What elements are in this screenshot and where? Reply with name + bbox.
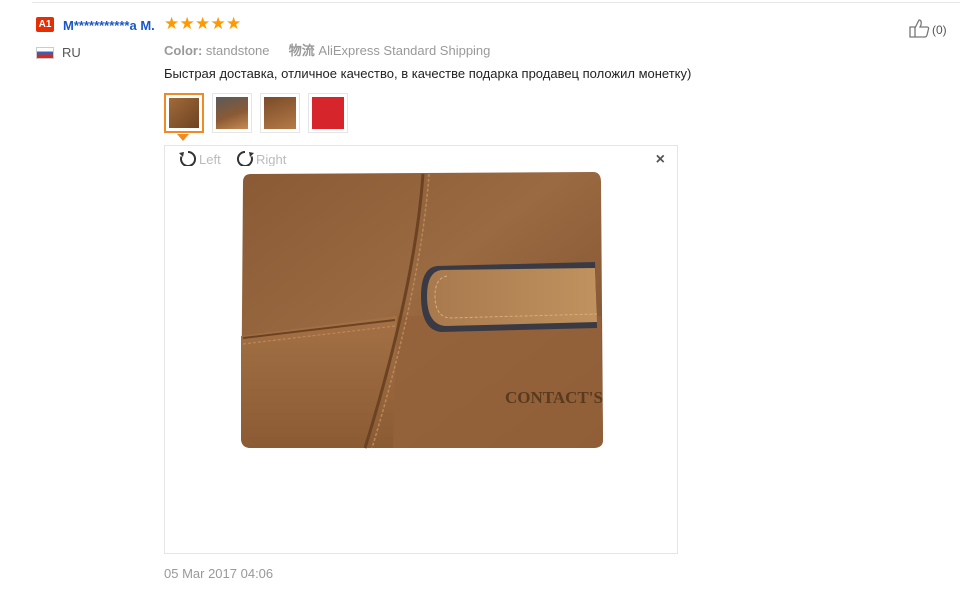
review-thumbnail[interactable]	[260, 93, 300, 133]
review-photo: CONTACT'S	[165, 166, 677, 456]
shipping-value: AliExpress Standard Shipping	[318, 43, 491, 58]
shipping-label: 物流	[288, 43, 315, 58]
review-thumbnail[interactable]	[164, 93, 204, 133]
color-label: Color:	[164, 43, 203, 58]
thumbs-up-icon	[908, 18, 932, 41]
wallet-brand-text: CONTACT'S	[505, 388, 603, 407]
review-thumbnails	[164, 93, 356, 133]
star-rating: ★ ★ ★ ★ ★	[164, 14, 242, 33]
review-thumbnail[interactable]	[212, 93, 252, 133]
buyer-row: A1 M***********a M.	[36, 16, 160, 35]
review-thumbnail[interactable]	[308, 93, 348, 133]
buyer-country: RU	[36, 45, 160, 60]
helpful-count: (0)	[932, 22, 947, 37]
helpful-button[interactable]: (0)	[908, 18, 947, 41]
review-text: Быстрая доставка, отличное качество, в к…	[164, 66, 692, 81]
star-icon: ★	[195, 14, 211, 33]
review-date: 05 Mar 2017 04:06	[164, 566, 274, 581]
star-icon: ★	[210, 14, 226, 33]
image-viewer: Left Right × CONTACT'S	[164, 145, 678, 554]
star-icon: ★	[164, 14, 180, 33]
country-code: RU	[62, 45, 81, 60]
rotate-left-label: Left	[199, 152, 221, 167]
flag-icon	[36, 46, 54, 59]
rotate-right-label: Right	[256, 152, 287, 167]
buyer-info: A1 M***********a M. RU	[36, 16, 160, 60]
star-icon: ★	[226, 14, 242, 33]
star-icon: ★	[179, 14, 195, 33]
color-value: standstone	[205, 43, 270, 58]
top-divider	[32, 2, 960, 3]
active-thumb-caret	[177, 134, 189, 141]
buyer-name[interactable]: M***********a M.	[63, 16, 158, 35]
order-attributes: Color: standstone 物流 AliExpress Standard…	[164, 40, 490, 59]
buyer-level-badge: A1	[36, 17, 54, 32]
